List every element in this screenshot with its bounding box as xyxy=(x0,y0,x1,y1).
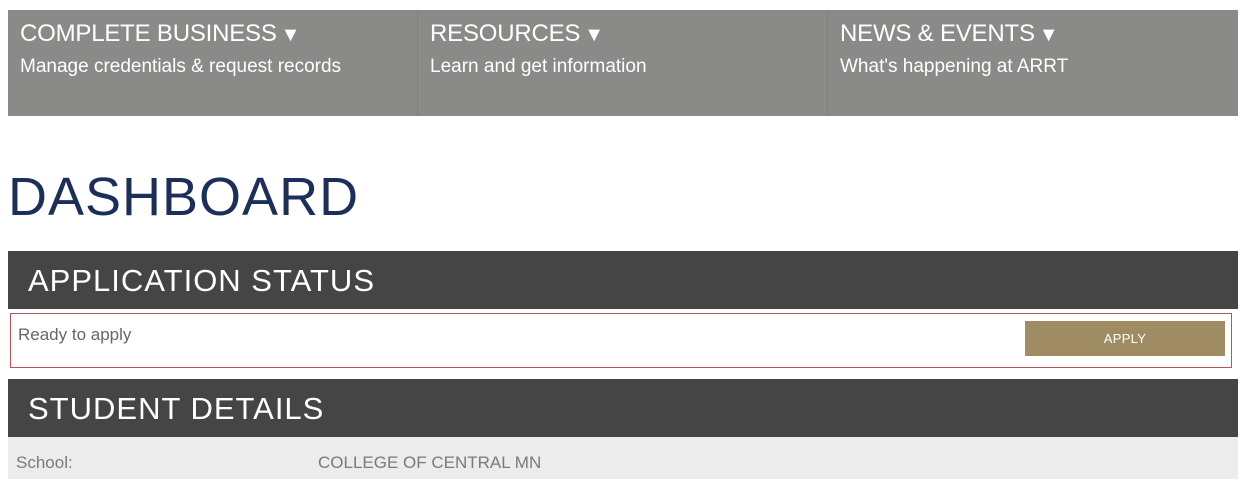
student-details-header: STUDENT DETAILS xyxy=(8,379,1238,437)
dropdown-arrow-icon: ▼ xyxy=(280,24,301,46)
dropdown-arrow-icon: ▼ xyxy=(584,24,604,46)
nav-news-events[interactable]: NEWS & EVENTS ▼ What's happening at ARRT xyxy=(828,10,1238,116)
section-heading: APPLICATION STATUS xyxy=(28,263,375,298)
nav-subtitle: Learn and get information xyxy=(430,56,647,77)
student-detail-row: School: COLLEGE OF CENTRAL MN xyxy=(8,437,1238,479)
status-text: Ready to apply xyxy=(18,325,132,344)
nav-subtitle: Manage credentials & request records xyxy=(20,56,342,77)
dropdown-arrow-icon: ▼ xyxy=(1038,24,1059,46)
page-title: DASHBOARD xyxy=(8,167,360,227)
detail-value: COLLEGE OF CENTRAL MN xyxy=(318,453,542,472)
application-status-header: APPLICATION STATUS xyxy=(8,251,1238,309)
detail-label: School: xyxy=(16,453,73,472)
nav-title: COMPLETE BUSINESS ▼ xyxy=(20,20,301,47)
nav-title: NEWS & EVENTS ▼ xyxy=(840,20,1059,47)
nav-title: RESOURCES ▼ xyxy=(430,20,604,47)
top-navigation: COMPLETE BUSINESS ▼ Manage credentials & … xyxy=(8,10,1238,116)
apply-button[interactable]: APPLY xyxy=(1025,321,1225,356)
section-heading: STUDENT DETAILS xyxy=(28,391,325,426)
nav-resources[interactable]: RESOURCES ▼ Learn and get information xyxy=(418,10,828,116)
nav-complete-business[interactable]: COMPLETE BUSINESS ▼ Manage credentials & … xyxy=(8,10,418,116)
nav-subtitle: What's happening at ARRT xyxy=(840,56,1069,77)
application-status-row: Ready to apply APPLY xyxy=(10,313,1232,368)
